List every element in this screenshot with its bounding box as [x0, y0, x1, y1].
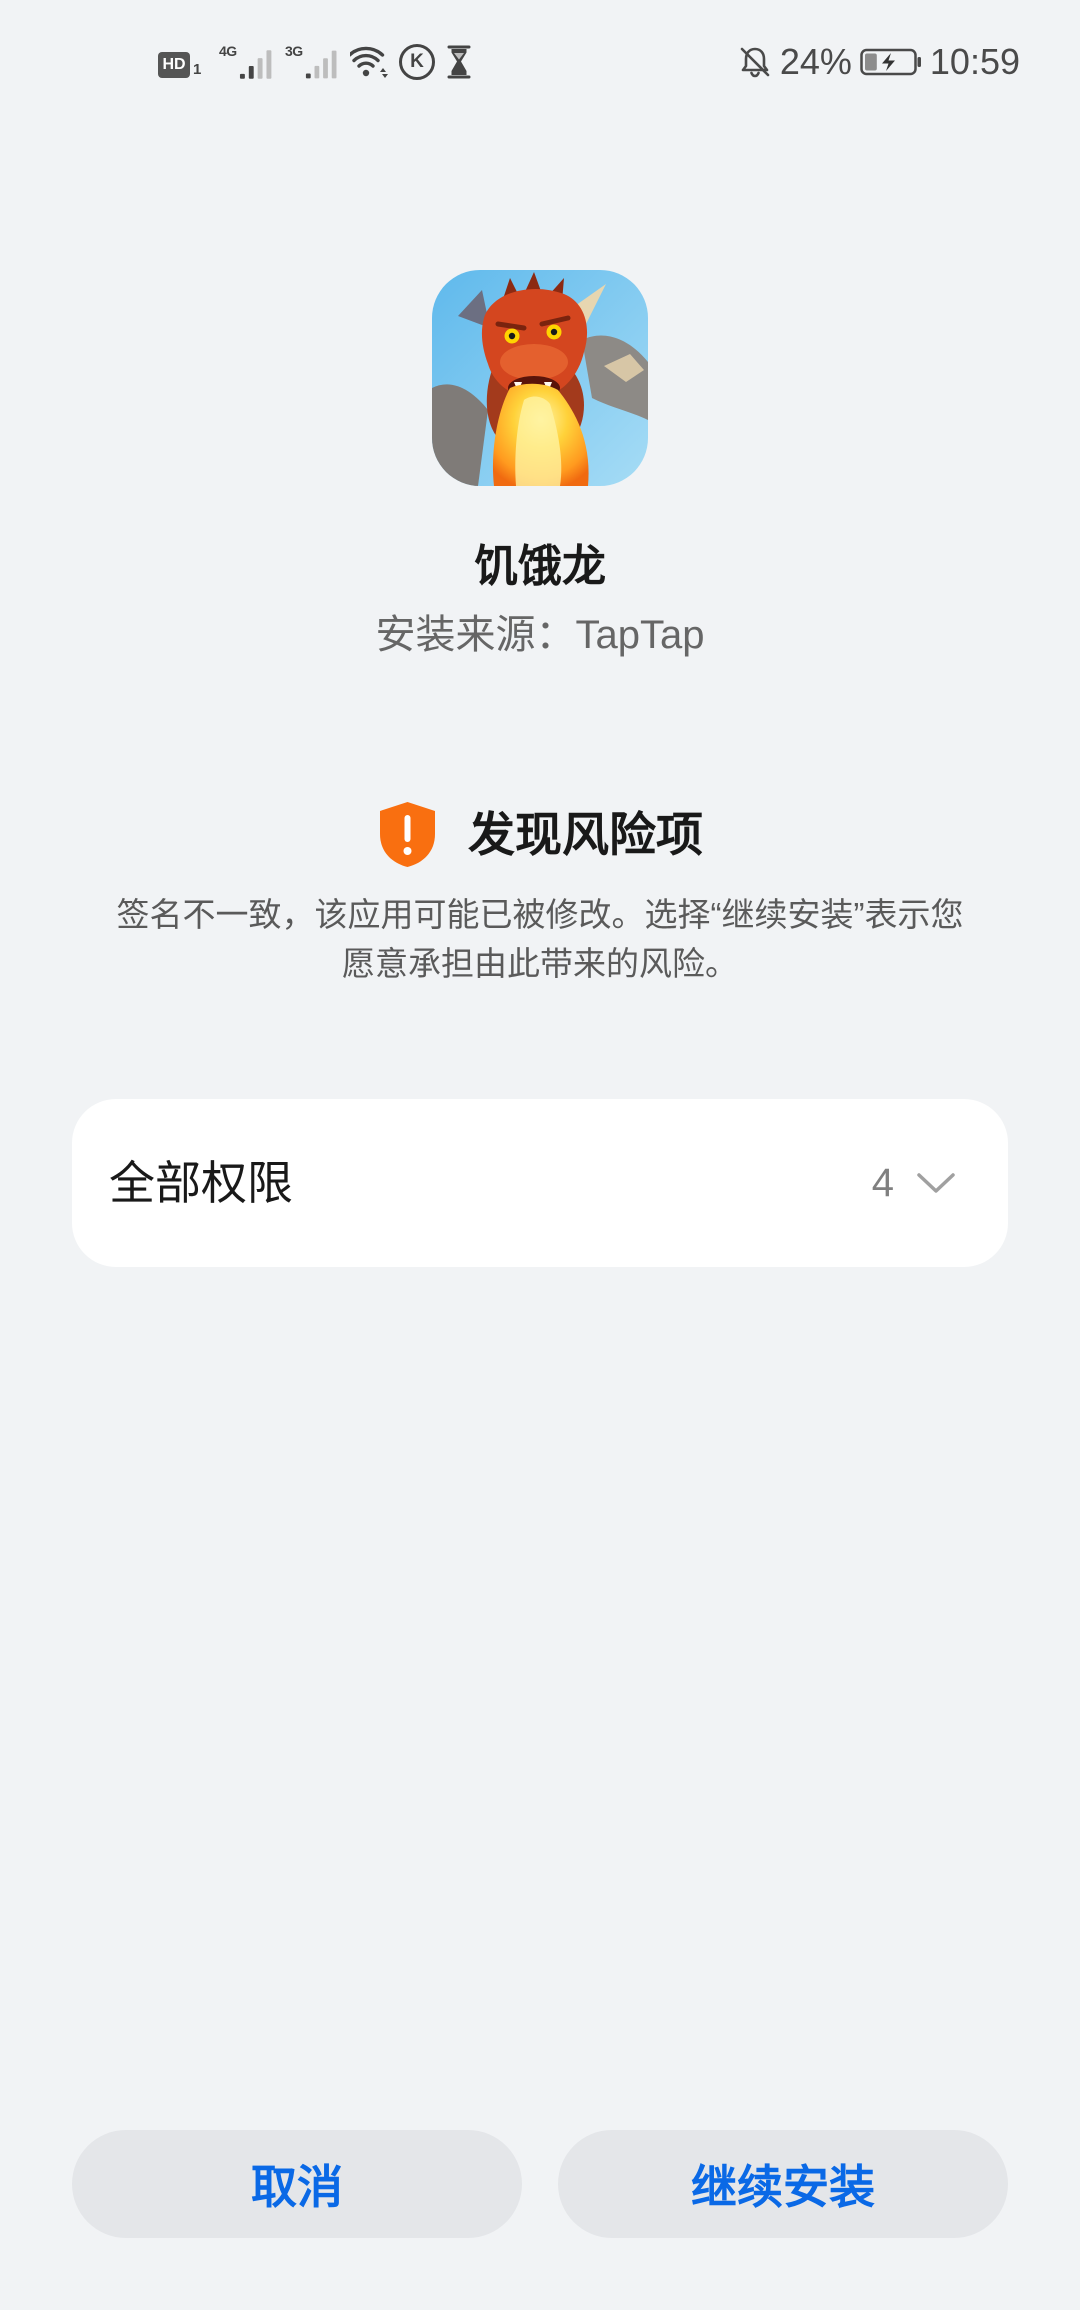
hourglass-icon [447, 45, 471, 79]
continue-install-button[interactable]: 继续安装 [558, 2130, 1008, 2238]
hourglass-body [451, 49, 467, 75]
k-app-letter: K [410, 51, 424, 72]
shield-warning-icon [380, 802, 435, 867]
cancel-button[interactable]: 取消 [72, 2130, 522, 2238]
sim1-signal-bars [239, 50, 272, 79]
sim2-signal-icon: 3G [285, 44, 340, 80]
signal-bar [322, 58, 328, 79]
signal-bar [257, 58, 263, 79]
wifi-down-arrow [382, 74, 388, 78]
charging-bolt [881, 53, 895, 71]
permissions-label: 全部权限 [109, 1157, 293, 1209]
exclamation-bar [404, 815, 411, 842]
dragon-snout [500, 344, 568, 380]
signal-bar [314, 65, 319, 79]
hd-label: HD [158, 52, 190, 78]
wifi-dot [362, 69, 370, 77]
battery-fill [864, 53, 877, 71]
bell-off-icon [740, 47, 770, 78]
permissions-count: 4 [871, 1161, 894, 1205]
wifi-arc [357, 61, 375, 68]
hd-voice-icon: HD 1 [158, 46, 209, 78]
signal-bar [239, 73, 245, 79]
risk-header: 发现风险项 [0, 800, 1080, 869]
all-permissions-row[interactable]: 全部权限 4 [72, 1099, 1008, 1267]
battery-charging-icon [860, 48, 921, 76]
battery-cap [917, 57, 921, 67]
chevron-stroke [917, 1173, 955, 1193]
hd-sim-label: 1 [193, 61, 202, 78]
chevron-down-icon [917, 1173, 955, 1193]
signal-bar [305, 73, 311, 79]
sim2-signal-bars [305, 50, 337, 79]
signal-bar [248, 65, 254, 79]
battery-percent: 24% [779, 41, 852, 82]
dragon-artwork [432, 270, 648, 486]
status-bar-left: HD 1 4G 3G K [158, 40, 473, 84]
wifi-icon [350, 46, 388, 78]
app-name: 饥饿龙 [474, 542, 606, 591]
right-pupil [550, 328, 558, 336]
wifi-arc [352, 53, 380, 63]
clock: 10:59 [929, 41, 1020, 82]
dragon-app-icon [432, 270, 648, 486]
status-bar-right: 24% 10:59 [738, 40, 1020, 84]
sim2-network-type: 3G [285, 43, 303, 59]
bell-clapper [750, 71, 760, 78]
cancel-button-label: 取消 [251, 2161, 343, 2213]
install-source: 安装来源：TapTap [375, 613, 705, 657]
signal-bar [331, 50, 337, 79]
k-app-icon: K [399, 44, 435, 80]
continue-install-button-label: 继续安装 [691, 2161, 875, 2213]
risk-title: 发现风险项 [468, 807, 703, 861]
wifi-up-arrow [380, 68, 386, 72]
risk-description-line: 签名不一致，该应用可能已被修改。选择“继续安装”表示您 [116, 896, 964, 933]
risk-description-line: 愿意承担由此带来的风险。 [342, 945, 738, 982]
sim1-signal-icon: 4G [219, 44, 275, 80]
risk-description: 签名不一致，该应用可能已被修改。选择“继续安装”表示您 愿意承担由此带来的风险。 [0, 890, 1080, 988]
exclamation-dot [403, 847, 412, 855]
left-pupil [508, 332, 516, 340]
signal-bar [266, 50, 272, 79]
sim1-network-type: 4G [219, 43, 237, 59]
